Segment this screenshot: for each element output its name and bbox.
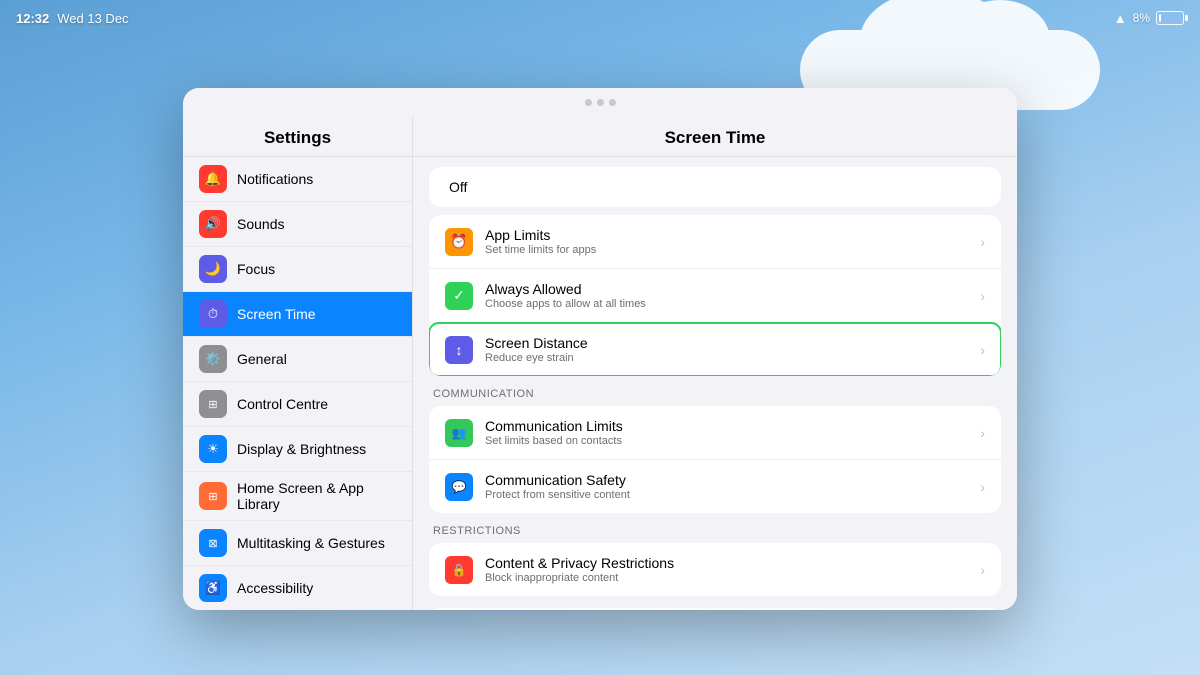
sidebar-item-focus[interactable]: 🌙 Focus: [183, 247, 412, 292]
screen-time-label: Screen Time: [237, 306, 316, 322]
screen-distance-row[interactable]: ↕ Screen Distance Reduce eye strain ›: [429, 323, 1001, 376]
screen-time-icon: ⏱: [199, 300, 227, 328]
accessibility-label: Accessibility: [237, 580, 313, 596]
communication-label: COMMUNICATION: [429, 376, 1001, 406]
content-privacy-chevron: ›: [980, 562, 985, 578]
settings-window: Settings 🔔 Notifications 🔊 Sounds 🌙: [183, 88, 1017, 610]
content-privacy-text: Content & Privacy Restrictions Block ina…: [485, 555, 968, 584]
window-content: Settings 🔔 Notifications 🔊 Sounds 🌙: [183, 116, 1017, 610]
main-content-panel: Screen Time Off ⏰ App Limits: [413, 116, 1017, 610]
communication-safety-row[interactable]: 💬 Communication Safety Protect from sens…: [429, 460, 1001, 513]
battery-percent: 8%: [1133, 11, 1150, 25]
battery-bar: [1156, 11, 1184, 25]
app-limits-chevron: ›: [980, 234, 985, 250]
comm-limits-chevron: ›: [980, 425, 985, 441]
restrictions-card: 🔒 Content & Privacy Restrictions Block i…: [429, 543, 1001, 596]
display-icon: ☀: [199, 435, 227, 463]
accessibility-icon: ♿: [199, 574, 227, 602]
dot-1: [585, 99, 592, 106]
screen-distance-subtitle: Reduce eye strain: [485, 352, 968, 364]
app-limits-row[interactable]: ⏰ App Limits Set time limits for apps ›: [429, 215, 1001, 269]
general-label: General: [237, 351, 287, 367]
comm-limits-title: Communication Limits: [485, 418, 968, 434]
sidebar-item-accessibility[interactable]: ♿ Accessibility: [183, 566, 412, 610]
off-label: Off: [449, 179, 467, 195]
screen-distance-chevron: ›: [980, 342, 985, 358]
home-screen-label: Home Screen & App Library: [237, 480, 396, 512]
comm-safety-text: Communication Safety Protect from sensit…: [485, 472, 968, 501]
sounds-icon: 🔊: [199, 210, 227, 238]
sidebar-title: Settings: [183, 116, 412, 157]
sidebar-item-home-screen[interactable]: ⊞ Home Screen & App Library: [183, 472, 412, 521]
lock-section: Lock Screen Time Settings Use a passcode…: [429, 608, 1001, 610]
content-privacy-icon: 🔒: [445, 556, 473, 584]
sounds-label: Sounds: [237, 216, 284, 232]
control-centre-label: Control Centre: [237, 396, 328, 412]
battery-fill: [1159, 14, 1161, 22]
comm-safety-chevron: ›: [980, 479, 985, 495]
app-limits-subtitle: Set time limits for apps: [485, 244, 968, 256]
comm-safety-title: Communication Safety: [485, 472, 968, 488]
dot-2: [597, 99, 604, 106]
comm-safety-subtitle: Protect from sensitive content: [485, 489, 968, 501]
window-titlebar: [183, 88, 1017, 116]
sidebar-item-display-brightness[interactable]: ☀ Display & Brightness: [183, 427, 412, 472]
wifi-icon: ▲: [1114, 11, 1127, 26]
app-limits-title: App Limits: [485, 227, 968, 243]
comm-limits-icon: 👥: [445, 419, 473, 447]
sidebar-item-notifications[interactable]: 🔔 Notifications: [183, 157, 412, 202]
sidebar-item-control-centre[interactable]: ⊞ Control Centre: [183, 382, 412, 427]
home-screen-icon: ⊞: [199, 482, 227, 510]
always-allowed-chevron: ›: [980, 288, 985, 304]
always-allowed-text: Always Allowed Choose apps to allow at a…: [485, 281, 968, 310]
communication-limits-row[interactable]: 👥 Communication Limits Set limits based …: [429, 406, 1001, 460]
screen-distance-icon: ↕: [445, 336, 473, 364]
status-date: Wed 13 Dec: [57, 11, 128, 26]
always-allowed-subtitle: Choose apps to allow at all times: [485, 298, 968, 310]
status-right: ▲ 8%: [1114, 11, 1184, 26]
screen-distance-title: Screen Distance: [485, 335, 968, 351]
notifications-icon: 🔔: [199, 165, 227, 193]
app-limits-text: App Limits Set time limits for apps: [485, 227, 968, 256]
sidebar-item-general[interactable]: ⚙️ General: [183, 337, 412, 382]
screen-distance-text: Screen Distance Reduce eye strain: [485, 335, 968, 364]
sidebar-item-multitasking[interactable]: ⊠ Multitasking & Gestures: [183, 521, 412, 566]
always-allowed-row[interactable]: ✓ Always Allowed Choose apps to allow at…: [429, 269, 1001, 323]
display-label: Display & Brightness: [237, 441, 366, 457]
comm-limits-subtitle: Set limits based on contacts: [485, 435, 968, 447]
content-privacy-title: Content & Privacy Restrictions: [485, 555, 968, 571]
general-icon: ⚙️: [199, 345, 227, 373]
control-centre-icon: ⊞: [199, 390, 227, 418]
communication-card: 👥 Communication Limits Set limits based …: [429, 406, 1001, 513]
comm-safety-icon: 💬: [445, 473, 473, 501]
content-privacy-row[interactable]: 🔒 Content & Privacy Restrictions Block i…: [429, 543, 1001, 596]
lock-screen-time-link[interactable]: Lock Screen Time Settings: [429, 608, 1001, 610]
main-panel-title: Screen Time: [413, 116, 1017, 157]
comm-limits-text: Communication Limits Set limits based on…: [485, 418, 968, 447]
content-section-top: Off ⏰ App Limits Set time limits for app…: [413, 157, 1017, 610]
status-time: 12:32: [16, 11, 49, 26]
always-allowed-icon: ✓: [445, 282, 473, 310]
sidebar-item-screen-time[interactable]: ⏱ Screen Time: [183, 292, 412, 337]
dot-3: [609, 99, 616, 106]
multitasking-icon: ⊠: [199, 529, 227, 557]
status-bar: 12:32 Wed 13 Dec ▲ 8%: [0, 0, 1200, 36]
app-limits-icon: ⏰: [445, 228, 473, 256]
focus-label: Focus: [237, 261, 275, 277]
focus-icon: 🌙: [199, 255, 227, 283]
settings-sidebar: Settings 🔔 Notifications 🔊 Sounds 🌙: [183, 116, 413, 610]
content-privacy-subtitle: Block inappropriate content: [485, 572, 968, 584]
always-allowed-title: Always Allowed: [485, 281, 968, 297]
sidebar-item-sounds[interactable]: 🔊 Sounds: [183, 202, 412, 247]
multitasking-label: Multitasking & Gestures: [237, 535, 385, 551]
restrictions-label: RESTRICTIONS: [429, 513, 1001, 543]
off-row[interactable]: Off: [433, 167, 997, 207]
screen-time-settings-card: ⏰ App Limits Set time limits for apps › …: [429, 215, 1001, 376]
notifications-label: Notifications: [237, 171, 313, 187]
